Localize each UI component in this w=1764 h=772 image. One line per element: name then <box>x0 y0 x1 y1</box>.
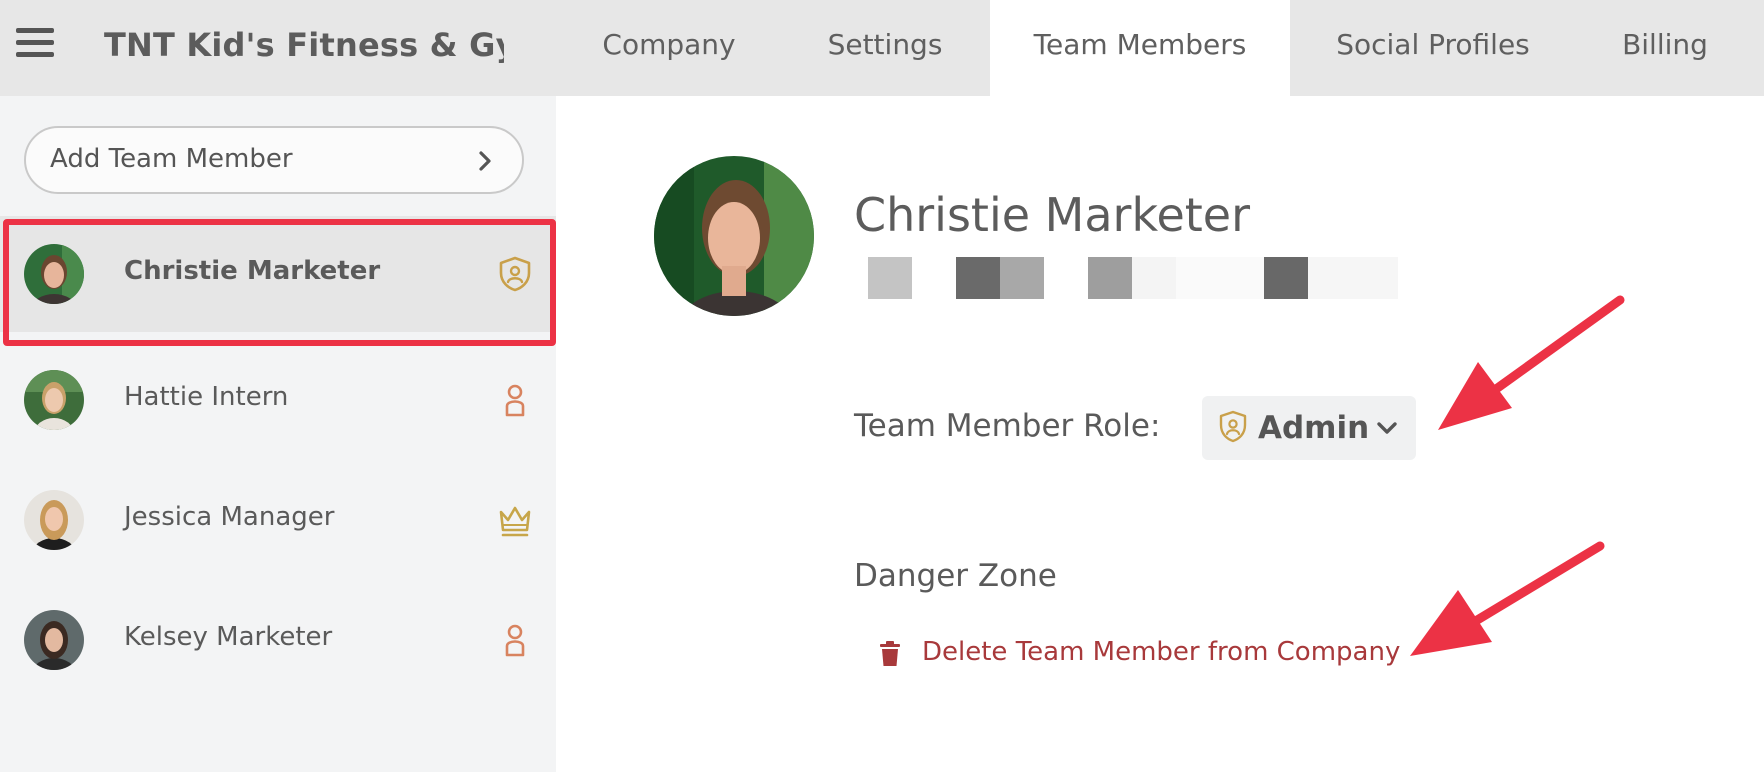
admin-shield-icon <box>499 256 531 292</box>
profile-name: Christie Marketer <box>854 188 1251 242</box>
company-name: TNT Kid's Fitness & Gy... <box>104 26 504 64</box>
add-team-member-label: Add Team Member <box>50 144 293 174</box>
role-select-value: Admin <box>1258 410 1370 446</box>
team-member-role-label: Team Member Role: <box>854 408 1161 444</box>
team-member-item-christie[interactable]: Christie Marketer <box>0 216 556 332</box>
avatar <box>24 370 84 430</box>
tab-team-members[interactable]: Team Members <box>990 0 1290 96</box>
member-name: Hattie Intern <box>124 382 289 412</box>
team-member-item-kelsey[interactable]: Kelsey Marketer <box>0 582 556 698</box>
annotation-arrow-role <box>1438 295 1625 430</box>
avatar <box>24 244 84 304</box>
chevron-down-icon <box>1377 422 1397 434</box>
trash-icon <box>880 641 900 666</box>
team-member-item-hattie[interactable]: Hattie Intern <box>0 342 556 458</box>
team-member-item-jessica[interactable]: Jessica Manager <box>0 462 556 578</box>
danger-zone-title: Danger Zone <box>854 558 1057 594</box>
tab-settings[interactable]: Settings <box>785 0 985 96</box>
tab-social-profiles[interactable]: Social Profiles <box>1300 0 1566 96</box>
profile-avatar <box>654 156 814 316</box>
redacted-email <box>868 257 1398 299</box>
member-name: Jessica Manager <box>124 502 335 532</box>
avatar <box>24 610 84 670</box>
top-nav-bar: TNT Kid's Fitness & Gy... Company Settin… <box>0 0 1764 96</box>
add-team-member-button[interactable]: Add Team Member <box>24 126 524 194</box>
chevron-right-icon <box>479 151 491 171</box>
person-icon <box>505 384 525 417</box>
admin-shield-icon <box>1219 410 1247 443</box>
annotation-arrow-delete <box>1410 541 1605 656</box>
member-name: Christie Marketer <box>124 256 381 286</box>
hamburger-menu-icon[interactable] <box>16 28 54 57</box>
delete-team-member-label: Delete Team Member from Company <box>922 637 1401 667</box>
person-icon <box>505 624 525 657</box>
tab-billing[interactable]: Billing <box>1570 0 1760 96</box>
role-select-dropdown[interactable]: Admin <box>1202 396 1416 460</box>
team-member-sidebar: Add Team Member Christie Marketer Hattie… <box>0 96 556 772</box>
member-name: Kelsey Marketer <box>124 622 333 652</box>
crown-icon <box>499 506 531 537</box>
tab-company[interactable]: Company <box>569 0 769 96</box>
avatar <box>24 490 84 550</box>
